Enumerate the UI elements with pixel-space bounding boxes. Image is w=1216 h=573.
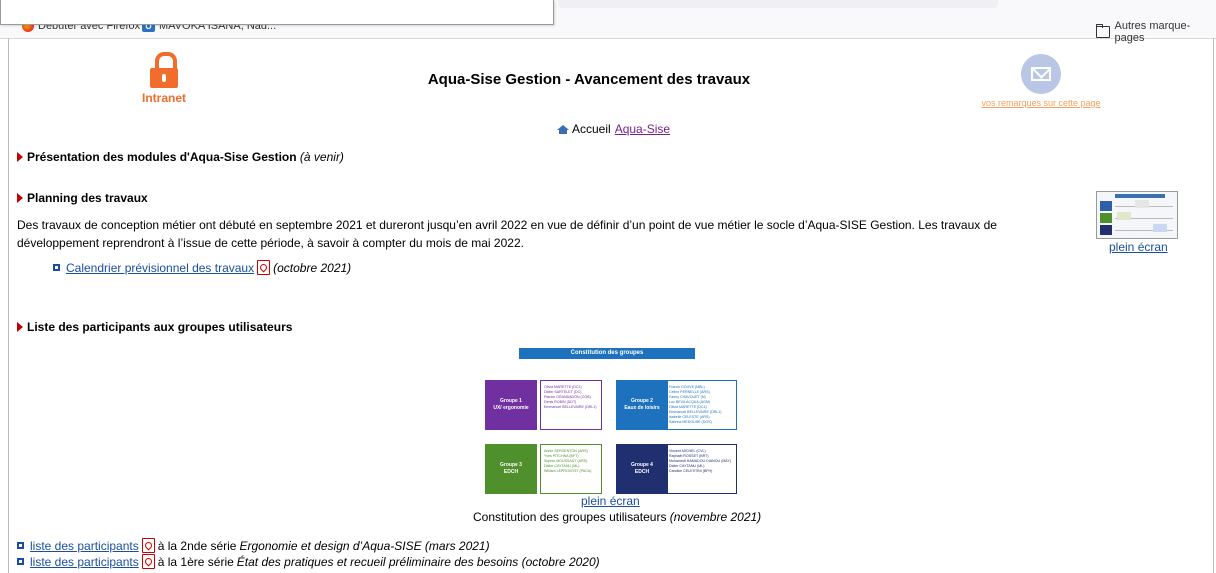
list-italic: État des pratiques et recueil préliminai… [236,554,600,569]
bullet-icon [17,542,24,549]
group-name: Groupe 3 [500,462,522,468]
home-link[interactable]: Aqua-Sise [615,122,670,136]
bullet-icon [17,558,24,565]
triangle-right-icon [17,193,23,203]
section-note: (à venir) [299,150,344,164]
intranet-link[interactable]: Intranet [135,52,193,105]
planning-fullscreen-link[interactable]: plein écran [1109,240,1168,254]
section-title: Présentation des modules d'Aqua-Sise Ges… [27,150,297,164]
pdf-icon[interactable] [141,538,155,553]
group-sub: EDCH [634,469,650,475]
calendar-item: Calendrier prévisionnel des travaux (oct… [53,260,351,275]
calendar-date: (octobre 2021) [273,260,352,275]
bookmarks-toolbar: Débuter avec Firefox O MAVOKA ISANA, Nad… [0,0,1216,44]
groups-figure-header: Constitution des groupes [519,348,695,359]
page-title: Aqua-Sise Gestion - Avancement des trava… [427,71,751,88]
list-text: à la 2nde série [157,538,237,553]
folder-icon [1096,24,1111,38]
dropdown-popup [0,0,554,25]
planning-text: Des travaux de conception métier ont déb… [17,218,997,250]
groups-fullscreen-link[interactable]: plein écran [581,494,640,508]
group-1-box: Groupe 1 UX/ ergonomie [485,380,537,430]
triangle-right-icon [17,322,23,332]
calendar-link[interactable]: Calendrier prévisionnel des travaux [66,261,254,275]
group-3-box: Groupe 3 EDCH [485,444,537,494]
breadcrumb: Accueil Aqua-Sise [557,122,670,136]
caption-text: Constitution des groupes utilisateurs [473,510,667,524]
triangle-right-icon [17,152,23,162]
section-presentation: Présentation des modules d'Aqua-Sise Ges… [17,150,344,164]
group-3-members: Annie SERGENTON (ARS) Yves PITCHNA (BFT)… [540,444,602,494]
feedback-block: vos remarques sur cette page [977,54,1105,108]
group-sub: UX/ ergonomie [493,405,529,411]
section-title: Liste des participants aux groupes utili… [27,320,293,334]
home-label: Accueil [572,122,611,136]
section-participants: Liste des participants aux groupes utili… [17,320,292,334]
lock-icon [148,52,180,90]
home-icon [557,124,569,134]
planning-thumbnail[interactable] [1096,191,1178,239]
mail-icon[interactable] [1021,54,1061,94]
groups-caption: Constitution des groupes utilisateurs (n… [473,510,761,524]
pdf-icon[interactable] [257,260,271,275]
group-1-members: Olivia MARETTE (DC1) Didier SARTELET (DC… [540,380,602,430]
participants-list-link[interactable]: liste des participants [30,555,139,569]
list-text: à la 1ère série [157,554,234,569]
section-title: Planning des travaux [27,191,148,205]
page-content: Intranet Aqua-Sise Gestion - Avancement … [8,38,1214,573]
group-2-members: Franck GOUVE (MBL) Céline PERNELLE (ARS)… [665,380,737,430]
participants-list-2nd: liste des participants à la 2nde série E… [17,538,490,553]
intranet-label: Intranet [141,91,186,105]
group-4-members: Vincent MICHEL (CVL) Raphaël ROSSET (BRT… [665,444,737,494]
group-sub: EDCH [503,469,519,475]
section-planning: Planning des travaux [17,191,148,205]
group-4-box: Groupe 4 EDCH [616,444,668,494]
groups-figure[interactable]: Constitution des groupes Groupe 1 UX/ erg… [479,348,739,498]
caption-date: (novembre 2021) [669,510,762,524]
group-name: Groupe 4 [631,462,653,468]
group-2-box: Groupe 2 Eaux de loisirs [616,380,668,430]
address-bar-edge[interactable] [558,0,998,8]
list-italic: Ergonomie et design d’Aqua-SISE (mars 20… [239,538,490,553]
participants-list-1st: liste des participants à la 1ère série É… [17,554,600,569]
bullet-icon [53,264,60,271]
pdf-icon[interactable] [141,554,155,569]
participants-list-link[interactable]: liste des participants [30,539,139,553]
group-sub: Eaux de loisirs [624,405,660,411]
group-name: Groupe 1 [500,398,522,404]
feedback-link[interactable]: vos remarques sur cette page [977,98,1105,108]
group-name: Groupe 2 [631,398,653,404]
